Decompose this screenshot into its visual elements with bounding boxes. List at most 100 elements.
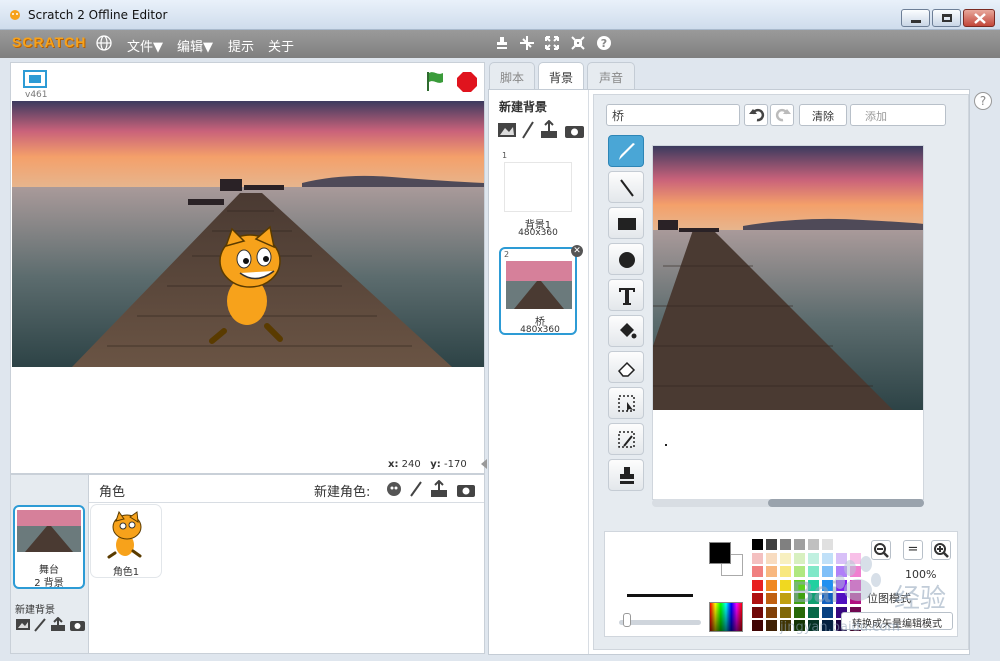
convert-to-vector-button[interactable]: 转换成矢量编辑模式 bbox=[841, 612, 953, 630]
zoom-in-button[interactable] bbox=[931, 540, 951, 560]
menu-about[interactable]: 关于 bbox=[268, 36, 294, 55]
color-swatch[interactable] bbox=[849, 551, 862, 565]
color-swatch[interactable] bbox=[821, 592, 834, 605]
color-swatch[interactable] bbox=[793, 565, 806, 578]
color-swatch[interactable] bbox=[779, 592, 792, 605]
close-button[interactable] bbox=[963, 9, 995, 27]
color-swatch[interactable] bbox=[793, 592, 806, 605]
scrollbar-thumb[interactable] bbox=[768, 499, 924, 507]
delete-backdrop-icon[interactable]: ✕ bbox=[571, 245, 583, 257]
color-swatch[interactable] bbox=[779, 565, 792, 578]
color-swatch[interactable] bbox=[779, 619, 792, 632]
menu-tips[interactable]: 提示 bbox=[228, 36, 254, 55]
paint-sprite-icon[interactable] bbox=[410, 481, 422, 497]
color-swatch[interactable] bbox=[765, 551, 778, 565]
shrink-icon[interactable] bbox=[570, 35, 586, 51]
color-swatch[interactable] bbox=[779, 538, 792, 551]
camera-backdrop-icon[interactable] bbox=[565, 126, 584, 138]
eraser-tool[interactable] bbox=[608, 351, 644, 383]
color-swatch[interactable] bbox=[835, 592, 848, 605]
color-swatch[interactable] bbox=[835, 578, 848, 592]
color-swatch[interactable] bbox=[751, 538, 764, 551]
maximize-button[interactable] bbox=[932, 9, 961, 27]
canvas-horizontal-scrollbar[interactable] bbox=[652, 499, 924, 507]
color-swatch[interactable] bbox=[779, 605, 792, 619]
stage-canvas[interactable] bbox=[12, 101, 484, 367]
choose-sprite-icon[interactable] bbox=[387, 482, 401, 496]
ellipse-tool[interactable] bbox=[608, 243, 644, 275]
brush-icon[interactable] bbox=[34, 618, 46, 632]
add-button[interactable]: 添加 bbox=[850, 104, 946, 126]
upload-icon[interactable] bbox=[51, 617, 65, 631]
color-swatch[interactable] bbox=[807, 605, 820, 619]
color-swatch[interactable] bbox=[835, 565, 848, 578]
color-swatch[interactable] bbox=[849, 592, 862, 605]
grow-icon[interactable] bbox=[544, 35, 560, 51]
minimize-button[interactable] bbox=[901, 9, 930, 27]
color-swatch[interactable] bbox=[779, 578, 792, 592]
rectangle-tool[interactable] bbox=[608, 207, 644, 239]
color-swatch[interactable] bbox=[821, 619, 834, 632]
paint-backdrop-icon[interactable] bbox=[522, 121, 534, 139]
line-tool[interactable] bbox=[608, 171, 644, 203]
clear-button[interactable]: 清除 bbox=[799, 104, 847, 126]
color-swatch[interactable] bbox=[793, 578, 806, 592]
tab-sounds[interactable]: 声音 bbox=[587, 62, 635, 90]
color-picker[interactable] bbox=[709, 602, 743, 632]
color-swatch[interactable] bbox=[765, 565, 778, 578]
camera-sprite-icon[interactable] bbox=[457, 485, 475, 497]
primary-color-swatch[interactable] bbox=[709, 542, 731, 564]
globe-icon[interactable] bbox=[96, 35, 112, 51]
color-swatch[interactable] bbox=[807, 565, 820, 578]
stamp-tool[interactable] bbox=[608, 459, 644, 491]
text-tool[interactable] bbox=[608, 279, 644, 311]
delete-scissors-icon[interactable] bbox=[519, 35, 535, 51]
color-swatch[interactable] bbox=[821, 538, 834, 551]
color-swatch[interactable] bbox=[835, 538, 848, 551]
redo-button[interactable] bbox=[770, 104, 794, 126]
zoom-reset-button[interactable]: = bbox=[903, 540, 923, 560]
fullscreen-icon[interactable] bbox=[23, 70, 47, 88]
color-swatch[interactable] bbox=[821, 605, 834, 619]
color-swatch[interactable] bbox=[765, 619, 778, 632]
zoom-out-button[interactable] bbox=[871, 540, 891, 560]
color-swatch[interactable] bbox=[821, 565, 834, 578]
magic-wand-tool[interactable] bbox=[608, 423, 644, 455]
line-width-slider[interactable] bbox=[619, 620, 701, 625]
stop-icon[interactable] bbox=[457, 72, 477, 92]
color-swatch[interactable] bbox=[765, 605, 778, 619]
backdrop-name-input[interactable] bbox=[606, 104, 740, 126]
color-swatch[interactable] bbox=[807, 592, 820, 605]
paint-canvas[interactable] bbox=[652, 145, 924, 500]
brush-tool[interactable] bbox=[608, 135, 644, 167]
collapse-stage-arrow-icon[interactable] bbox=[480, 458, 488, 470]
menu-edit[interactable]: 编辑▼ bbox=[177, 36, 213, 55]
color-swatch[interactable] bbox=[765, 592, 778, 605]
color-swatch[interactable] bbox=[807, 578, 820, 592]
color-swatch[interactable] bbox=[793, 551, 806, 565]
color-swatch[interactable] bbox=[807, 619, 820, 632]
select-tool[interactable] bbox=[608, 387, 644, 419]
menu-file[interactable]: 文件▼ bbox=[127, 36, 163, 55]
color-swatch[interactable] bbox=[751, 605, 764, 619]
stage-thumbnail[interactable]: 舞台 2 背景 bbox=[13, 505, 85, 589]
color-swatch[interactable] bbox=[849, 565, 862, 578]
color-swatch[interactable] bbox=[821, 578, 834, 592]
tab-scripts[interactable]: 脚本 bbox=[489, 62, 535, 90]
color-swatch[interactable] bbox=[779, 551, 792, 565]
tab-backdrops[interactable]: 背景 bbox=[538, 62, 584, 91]
paint-new-backdrop-icon[interactable] bbox=[16, 619, 30, 630]
color-swatch[interactable] bbox=[751, 551, 764, 565]
color-swatch[interactable] bbox=[793, 605, 806, 619]
help-button[interactable]: ? bbox=[974, 92, 992, 110]
color-swatch[interactable] bbox=[807, 551, 820, 565]
sprite-tile[interactable]: 角色1 bbox=[91, 505, 161, 578]
duplicate-stamp-icon[interactable] bbox=[494, 35, 510, 51]
help-icon[interactable]: ? bbox=[596, 35, 612, 51]
line-width-slider-knob[interactable] bbox=[623, 613, 631, 627]
green-flag-icon[interactable] bbox=[425, 70, 445, 92]
upload-sprite-icon[interactable] bbox=[431, 480, 447, 497]
color-swatch[interactable] bbox=[793, 619, 806, 632]
color-swatch[interactable] bbox=[751, 592, 764, 605]
color-swatch[interactable] bbox=[793, 538, 806, 551]
